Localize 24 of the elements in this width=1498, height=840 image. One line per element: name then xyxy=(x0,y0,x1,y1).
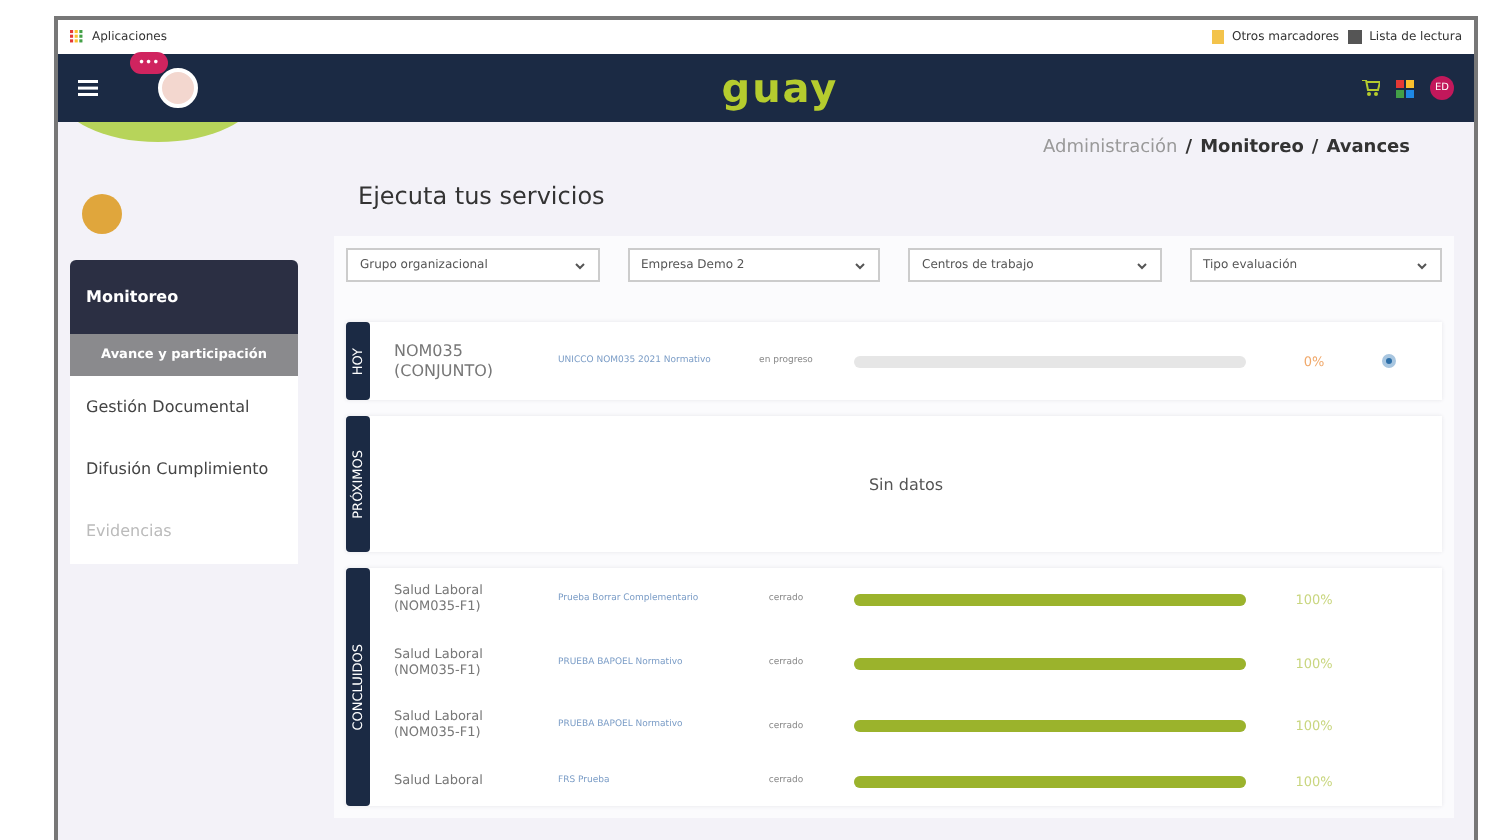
breadcrumb-separator: / xyxy=(1311,138,1319,158)
chevron-icon xyxy=(1416,261,1428,269)
apps-icon[interactable] xyxy=(1396,79,1414,97)
chevron-icon xyxy=(854,261,866,269)
info-icon[interactable] xyxy=(1382,354,1396,369)
empty-message: Sin datos xyxy=(868,475,944,494)
sidebar-item[interactable]: Gestión Documental xyxy=(70,376,298,439)
folder-icon xyxy=(1211,30,1224,44)
chevron-icon xyxy=(1135,261,1147,269)
menu-icon[interactable] xyxy=(78,80,98,96)
sidebar-item[interactable]: Difusión Cumplimiento xyxy=(70,438,298,501)
apps-grid-icon xyxy=(70,30,84,44)
status-dot xyxy=(82,194,122,234)
avatar[interactable] xyxy=(158,68,198,108)
chevron-icon xyxy=(573,261,585,269)
breadcrumb-separator: / xyxy=(1185,138,1193,158)
breadcrumb-link[interactable]: Avances xyxy=(1326,138,1410,158)
cart-icon[interactable] xyxy=(1362,80,1380,96)
reading-list-icon xyxy=(1347,30,1362,44)
sidebar-heading: Monitoreo xyxy=(70,260,298,334)
page-title: Ejecuta tus servicios xyxy=(358,182,607,210)
breadcrumb-link[interactable]: Monitoreo xyxy=(1200,138,1304,158)
logo: guay xyxy=(719,64,841,112)
evaluation-name: NOM035 (CONJUNTO) xyxy=(392,342,495,381)
